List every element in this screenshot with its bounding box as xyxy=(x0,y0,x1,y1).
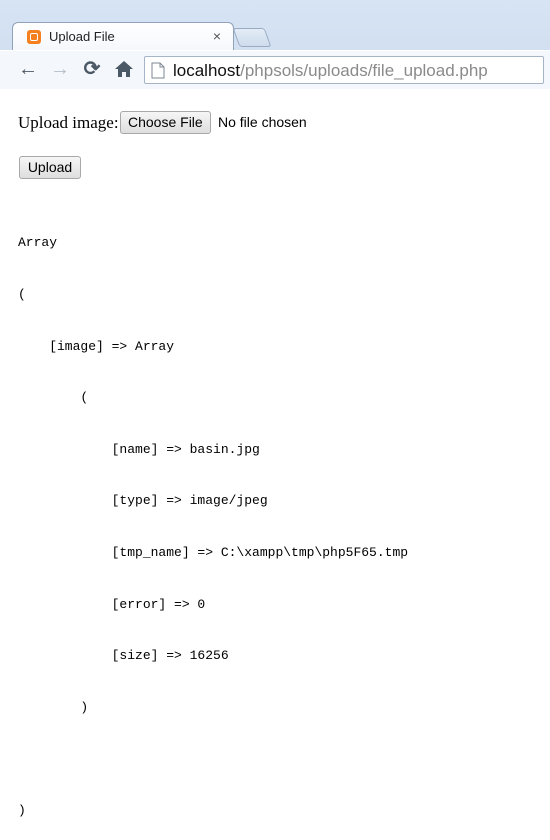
dump-line: [size] => 16256 xyxy=(18,648,229,664)
dump-line: ) xyxy=(18,802,26,818)
upload-image-label: Upload image: xyxy=(18,113,119,132)
tab-strip: Upload File × xyxy=(0,0,550,50)
reload-icon[interactable]: ⟳ xyxy=(80,57,104,81)
forward-icon[interactable]: → xyxy=(48,57,72,81)
dump-line: [image] => Array xyxy=(18,338,175,354)
url-path: /phpsols/uploads/file_upload.php xyxy=(240,61,488,80)
close-icon[interactable]: × xyxy=(213,27,221,45)
upload-button[interactable]: Upload xyxy=(19,156,81,179)
browser-chrome: Upload File × ← → ⟳ localhost/phpsols/up… xyxy=(0,0,550,89)
dump-line: ( xyxy=(18,287,26,302)
tab-upload-file[interactable]: Upload File × xyxy=(12,22,234,50)
back-icon[interactable]: ← xyxy=(16,57,40,81)
url-text[interactable]: localhost/phpsols/uploads/file_upload.ph… xyxy=(173,61,488,81)
toolbar: ← → ⟳ localhost/phpsols/uploads/file_upl… xyxy=(0,50,550,89)
file-status-text: No file chosen xyxy=(218,114,307,130)
dump-line: ( xyxy=(18,390,89,406)
dump-line: [type] => image/jpeg xyxy=(18,493,268,509)
dump-line xyxy=(18,750,408,767)
dump-line: [error] => 0 xyxy=(18,596,206,612)
url-host: localhost xyxy=(173,61,241,80)
dump-line: [name] => basin.jpg xyxy=(18,441,260,457)
dump-line: [tmp_name] => C:\xampp\tmp\php5F65.tmp xyxy=(18,544,409,560)
dump-line: ) xyxy=(18,699,89,715)
address-bar[interactable]: localhost/phpsols/uploads/file_upload.ph… xyxy=(144,56,544,84)
new-tab-button[interactable] xyxy=(232,28,272,47)
xampp-icon xyxy=(27,30,41,44)
choose-file-button[interactable]: Choose File xyxy=(120,111,211,134)
tab-title: Upload File xyxy=(49,29,115,44)
dump-line: Array xyxy=(18,235,58,251)
page-content: Upload image: Choose File No file chosen… xyxy=(0,89,550,818)
home-icon[interactable] xyxy=(114,60,134,78)
page-icon xyxy=(151,62,165,79)
print-r-output: Array ( [image] => Array ( [name] => bas… xyxy=(18,200,408,840)
